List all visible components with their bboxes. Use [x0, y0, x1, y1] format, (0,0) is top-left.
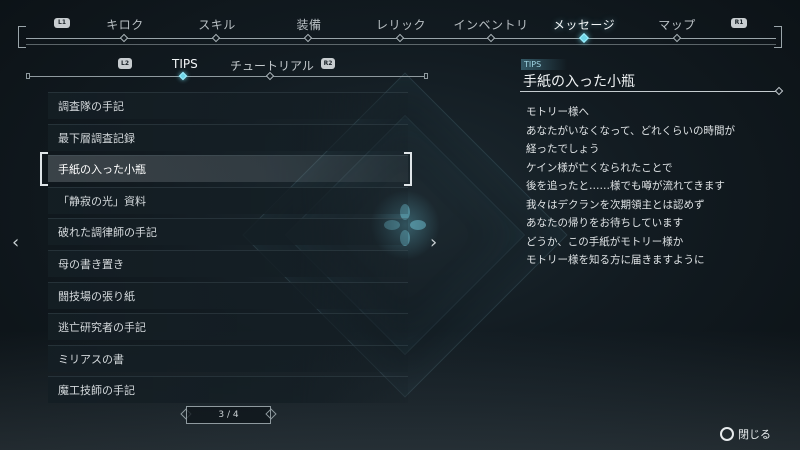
- detail-title: 手紙の入った小瓶: [523, 74, 635, 90]
- list-item-label: 破れた調律師の手記: [58, 226, 157, 240]
- tab-marker: [211, 33, 221, 43]
- list-item[interactable]: 母の書き置き: [48, 249, 408, 277]
- tab-marker: [486, 33, 496, 43]
- list-item-label: 最下層調査記録: [58, 131, 135, 145]
- subtab-marker-active: [178, 71, 188, 81]
- tab-marker: [395, 33, 405, 43]
- list-item-label: 調査隊の手記: [58, 100, 124, 113]
- l1-button-hint[interactable]: L1: [54, 18, 70, 28]
- list-item[interactable]: 破れた調律師の手記: [48, 218, 408, 246]
- page-prev-arrow-icon[interactable]: ‹: [12, 232, 19, 253]
- list-item[interactable]: 逃亡研究者の手記: [48, 313, 408, 341]
- detail-text-line: ケイン様が亡くなられたことで: [526, 161, 673, 174]
- close-label: 閉じる: [738, 428, 771, 441]
- list-item-label: 闘技場の張り紙: [58, 289, 135, 303]
- tab-map[interactable]: マップ: [658, 16, 696, 33]
- tab-marker: [303, 33, 313, 43]
- subtab-divider-cap: [424, 73, 428, 79]
- tab-skill[interactable]: スキル: [198, 16, 236, 33]
- tab-kiroku[interactable]: キロク: [106, 16, 144, 33]
- tab-marker: [672, 33, 682, 43]
- list-item-selected[interactable]: 手紙の入った小瓶: [48, 155, 408, 183]
- page-indicator: 3 / 4: [186, 406, 271, 424]
- tab-inventory[interactable]: インベントリ: [453, 16, 528, 33]
- subtab-tutorial[interactable]: チュートリアル: [230, 57, 314, 74]
- detail-text-line: あなたの帰りをお待ちしています: [526, 217, 684, 229]
- top-menu-bar: L1 R1 キロク スキル 装備 レリック インベントリ メッセージ マップ: [0, 0, 800, 50]
- detail-title-underline: [520, 91, 778, 92]
- detail-category: TIPS: [521, 59, 568, 70]
- list-item[interactable]: 闘技場の張り紙: [48, 281, 408, 309]
- tab-relic[interactable]: レリック: [376, 16, 426, 33]
- detail-text-line: モトリー様へ: [526, 106, 589, 118]
- detail-text-line: 我々はデクランを次期領主とは認めず: [526, 198, 705, 211]
- tab-marker-active: [579, 33, 589, 43]
- subtab-tips[interactable]: TIPS: [172, 57, 198, 71]
- selection-bracket-right: [404, 152, 412, 186]
- subtab-divider: [30, 76, 425, 77]
- tab-equipment[interactable]: 装備: [296, 16, 321, 33]
- l2-button-hint[interactable]: L2: [118, 58, 132, 69]
- list-item[interactable]: ミリアスの書: [48, 344, 408, 372]
- detail-text-line: 経ったでしょう: [526, 143, 600, 155]
- tab-marker: [119, 33, 129, 43]
- list-item-label: 「静寂の光」資料: [58, 194, 146, 208]
- list-item-label: 逃亡研究者の手記: [58, 321, 146, 335]
- close-button[interactable]: 閉じる: [720, 426, 771, 442]
- list-item[interactable]: 「静寂の光」資料: [48, 186, 408, 214]
- detail-body: モトリー様へ あなたがいなくなって、どれくらいの時間が 経ったでしょう ケイン様…: [526, 103, 786, 270]
- top-bar-divider-secondary: [26, 44, 776, 45]
- list-item[interactable]: 調査隊の手記: [48, 92, 408, 119]
- page-next-arrow-icon[interactable]: ›: [430, 232, 437, 253]
- list-item[interactable]: 魔工技師の手記: [48, 376, 408, 404]
- selection-bracket-left: [40, 152, 48, 186]
- list-item-label: 母の書き置き: [58, 257, 124, 271]
- detail-text-line: あなたがいなくなって、どれくらいの時間が: [526, 124, 735, 137]
- list-item[interactable]: 最下層調査記録: [48, 123, 408, 151]
- detail-text-line: 後を追ったと……様でも噂が流れてきます: [526, 180, 725, 192]
- message-list: 調査隊の手記 最下層調査記録 手紙の入った小瓶 「静寂の光」資料 破れた調律師の…: [48, 92, 408, 408]
- tab-message[interactable]: メッセージ: [553, 16, 615, 33]
- detail-underline-dot: [774, 86, 784, 96]
- r2-button-hint[interactable]: R2: [321, 58, 335, 69]
- detail-text-line: モトリー様を知る方に届きますように: [526, 254, 705, 266]
- top-bar-left-bracket: [18, 26, 26, 48]
- circle-button-icon: [720, 427, 734, 441]
- subtab-divider-cap: [26, 73, 30, 79]
- list-item-label: 魔工技師の手記: [58, 384, 135, 398]
- detail-text-line: どうか、この手紙がモトリー様か: [526, 235, 684, 248]
- r1-button-hint[interactable]: R1: [731, 18, 747, 28]
- list-item-label: ミリアスの書: [58, 352, 124, 366]
- list-item-label: 手紙の入った小瓶: [58, 163, 146, 177]
